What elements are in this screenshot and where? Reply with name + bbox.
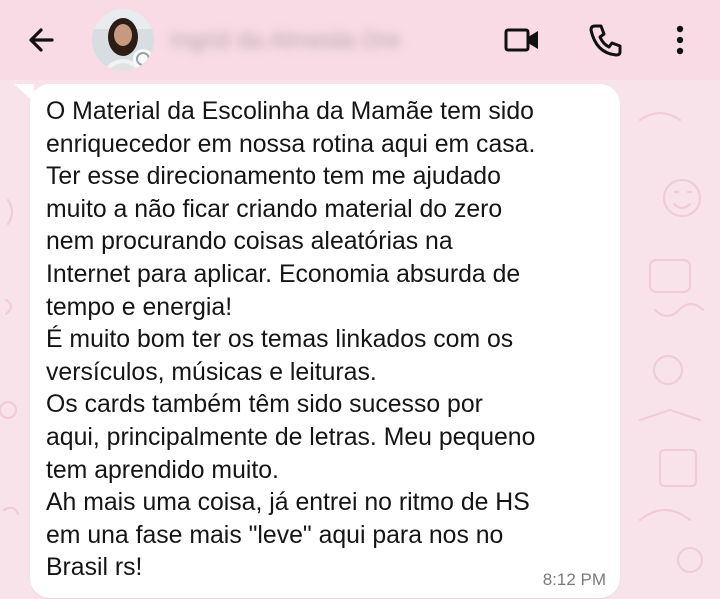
more-options-button[interactable]: [660, 20, 700, 60]
more-options-icon: [676, 25, 684, 55]
back-arrow-icon: [29, 28, 54, 52]
message-timestamp: 8:12 PM: [542, 570, 606, 589]
voice-call-button[interactable]: [586, 20, 626, 60]
video-call-button[interactable]: [502, 20, 542, 60]
back-button[interactable]: [22, 20, 62, 60]
phone-call-icon: [589, 24, 622, 57]
video-call-icon: [504, 28, 538, 52]
chat-header: Ingrid da Almeida Dre: [0, 0, 720, 80]
message-text: O Material da Escolinha da Mamãe tem sid…: [46, 98, 536, 582]
profile-photo: [92, 9, 154, 71]
contact-name[interactable]: Ingrid da Almeida Dre: [170, 27, 401, 55]
avatar[interactable]: [92, 9, 154, 71]
